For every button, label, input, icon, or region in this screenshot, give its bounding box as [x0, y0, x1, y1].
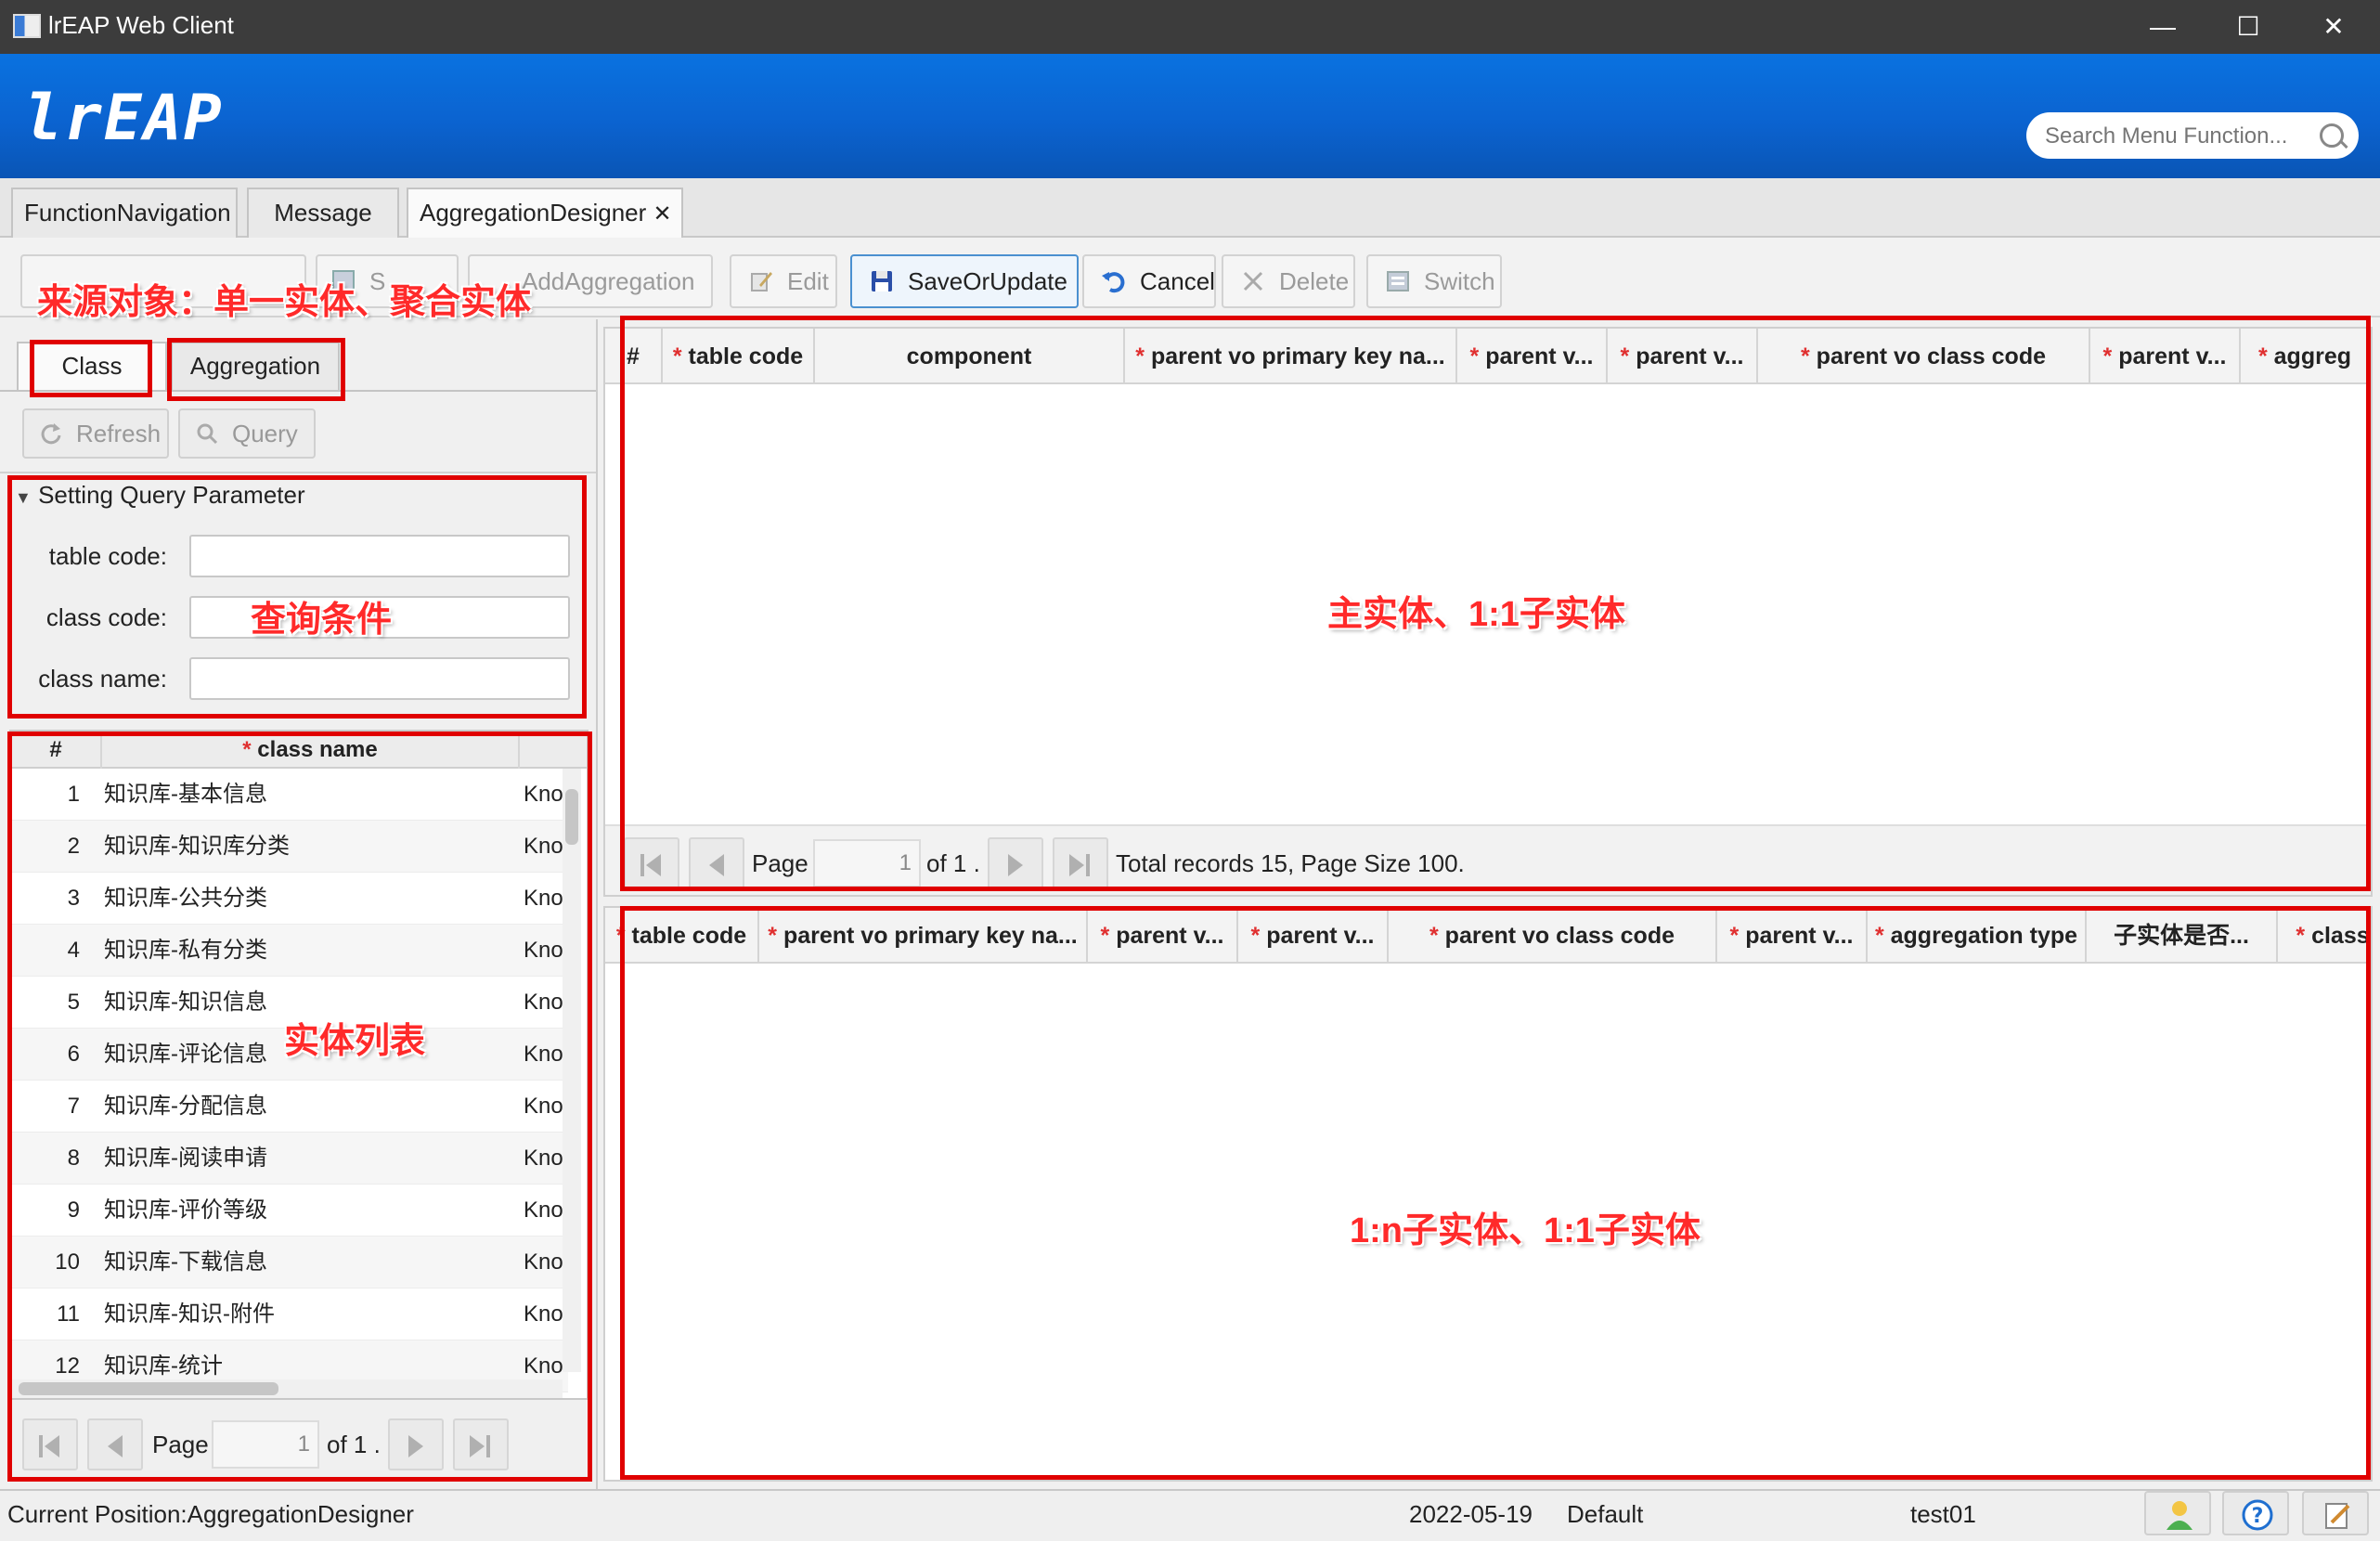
notes-icon: [2325, 1503, 2350, 1529]
divider: [0, 472, 596, 473]
undo-icon: [1102, 272, 1125, 293]
close-window-icon[interactable]: ✕: [2306, 9, 2361, 45]
save-icon: [872, 271, 892, 291]
button-label: Delete: [1279, 267, 1350, 295]
delete-button[interactable]: Delete: [1222, 254, 1355, 308]
help-icon: ?: [2242, 1499, 2273, 1531]
status-date: 2022-05-19: [1409, 1500, 1533, 1528]
refresh-icon: [41, 423, 61, 445]
title-bar: lrEAP Web Client — ☐ ✕: [0, 0, 2380, 54]
help-button[interactable]: ?: [2222, 1491, 2289, 1535]
button-label: Refresh: [76, 420, 162, 447]
annotation-source: 来源对象：单一实体、聚合实体: [37, 283, 532, 322]
switch-button[interactable]: Switch: [1366, 254, 1502, 308]
annotation-box-class-tab: [30, 340, 152, 397]
status-profile: Default: [1567, 1500, 1644, 1528]
button-label: AddAggregation: [522, 267, 695, 295]
delete-icon: [1243, 271, 1263, 291]
annotation-query: 查询条件: [251, 601, 393, 640]
app-header: [0, 54, 2380, 178]
window-title: lrEAP Web Client: [48, 11, 234, 39]
cancel-button[interactable]: Cancel: [1082, 254, 1216, 308]
tab-label: AggregationDesigner: [420, 199, 647, 227]
app-icon: [13, 14, 41, 38]
switch-icon: [1387, 271, 1409, 291]
edit-button[interactable]: Edit: [730, 254, 837, 308]
current-position: Current Position:AggregationDesigner: [7, 1500, 414, 1528]
button-label: SaveOrUpdate: [908, 267, 1067, 295]
button-label: Switch: [1424, 267, 1495, 295]
edit-icon: [751, 272, 772, 291]
app-logo: lrEAP: [24, 82, 224, 155]
user-button[interactable]: [2144, 1491, 2211, 1535]
tab-label: Message: [274, 199, 372, 227]
tab-aggregation-designer[interactable]: AggregationDesigner ✕: [407, 188, 683, 238]
tab-function-navigation[interactable]: FunctionNavigation: [11, 188, 238, 238]
menu-search[interactable]: [2026, 112, 2359, 159]
button-label: Edit: [787, 267, 829, 295]
user-icon: [2167, 1501, 2192, 1530]
query-button[interactable]: Query: [178, 408, 316, 459]
annotation-sub: 1:n子实体、1:1子实体: [1350, 1211, 1701, 1250]
annotation-box-sub: [620, 906, 2371, 1480]
svg-text:?: ?: [2252, 1505, 2264, 1528]
tab-close-icon[interactable]: ✕: [653, 201, 672, 227]
menu-search-input[interactable]: [2043, 120, 2307, 153]
magnifier-icon: [197, 423, 218, 445]
status-bar: Current Position:AggregationDesigner 202…: [0, 1489, 2380, 1541]
tab-label: FunctionNavigation: [24, 199, 231, 227]
annotation-box-aggregation-tab: [167, 338, 345, 401]
tab-message[interactable]: Message: [247, 188, 399, 238]
search-icon[interactable]: [2320, 123, 2344, 148]
button-label: Cancel: [1140, 267, 1215, 295]
annotation-main: 主实体、1:1子实体: [1327, 595, 1625, 634]
button-label: Query: [232, 420, 298, 447]
annotation-list: 实体列表: [284, 1022, 426, 1061]
notes-button[interactable]: [2302, 1491, 2369, 1535]
minimize-icon[interactable]: —: [2135, 9, 2191, 45]
refresh-button[interactable]: Refresh: [22, 408, 169, 459]
status-user: test01: [1910, 1500, 1976, 1528]
annotation-box-list: [7, 732, 592, 1482]
maximize-icon[interactable]: ☐: [2220, 9, 2276, 45]
save-or-update-button[interactable]: SaveOrUpdate: [850, 254, 1079, 308]
